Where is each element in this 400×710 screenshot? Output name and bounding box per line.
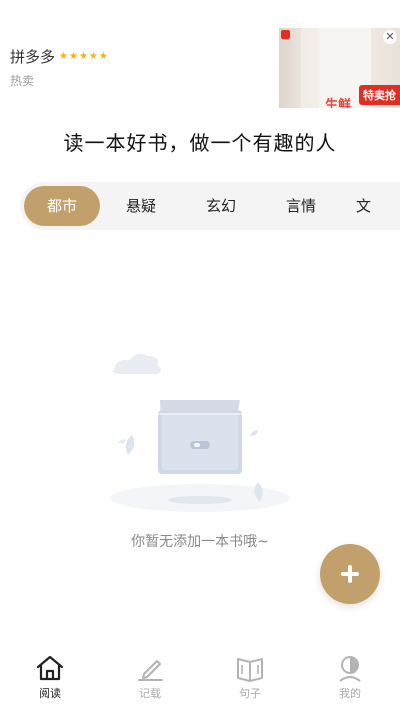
category-tabs[interactable]: 都市 悬疑 玄幻 言情 文 — [20, 182, 400, 230]
ad-tag: 特卖抢 — [359, 85, 400, 105]
nav-label-sentence: 句子 — [239, 687, 261, 700]
nav-item-record[interactable]: 记载 — [100, 654, 200, 704]
ad-advertiser: 拼多多 ★★★★★ — [10, 46, 109, 67]
pen-icon — [138, 660, 163, 681]
nav-label-read: 阅读 — [39, 687, 61, 700]
empty-box-illustration — [100, 340, 300, 515]
book-icon — [237, 658, 263, 682]
ad-logo-icon — [281, 30, 290, 39]
ad-image-text: 生鲜 — [325, 98, 352, 108]
ad-banner[interactable]: 拼多多 ★★★★★ 热卖 ✕ 生鲜 特卖抢 — [0, 0, 400, 110]
profile-icon — [339, 656, 361, 682]
tab-romance[interactable]: 言情 — [276, 186, 326, 226]
tab-suspense[interactable]: 悬疑 — [116, 186, 166, 226]
nav-label-record: 记载 — [139, 687, 161, 700]
tab-literature[interactable]: 文 — [356, 186, 396, 226]
tab-fantasy[interactable]: 玄幻 — [196, 186, 246, 226]
ad-image[interactable]: ✕ 生鲜 特卖抢 — [279, 28, 400, 108]
ad-rating-stars: ★★★★★ — [59, 51, 109, 62]
ad-advertiser-name: 拼多多 — [10, 48, 56, 66]
page-slogan: 读一本好书，做一个有趣的人 — [63, 131, 337, 155]
empty-box-icon — [110, 353, 290, 512]
nav-item-mine[interactable]: 我的 — [300, 654, 400, 704]
nav-label-mine: 我的 — [339, 687, 361, 700]
add-book-button[interactable] — [320, 544, 380, 604]
ad-image-shade — [279, 28, 301, 108]
bottom-nav: 阅读 记载 句子 我的 — [0, 648, 400, 710]
nav-item-read[interactable]: 阅读 — [0, 654, 100, 704]
ad-subtitle: 热卖 — [10, 74, 35, 88]
ad-close-icon[interactable]: ✕ — [383, 30, 397, 44]
home-icon — [36, 655, 64, 681]
tab-urban[interactable]: 都市 — [24, 186, 100, 226]
nav-item-sentence[interactable]: 句子 — [200, 654, 300, 704]
